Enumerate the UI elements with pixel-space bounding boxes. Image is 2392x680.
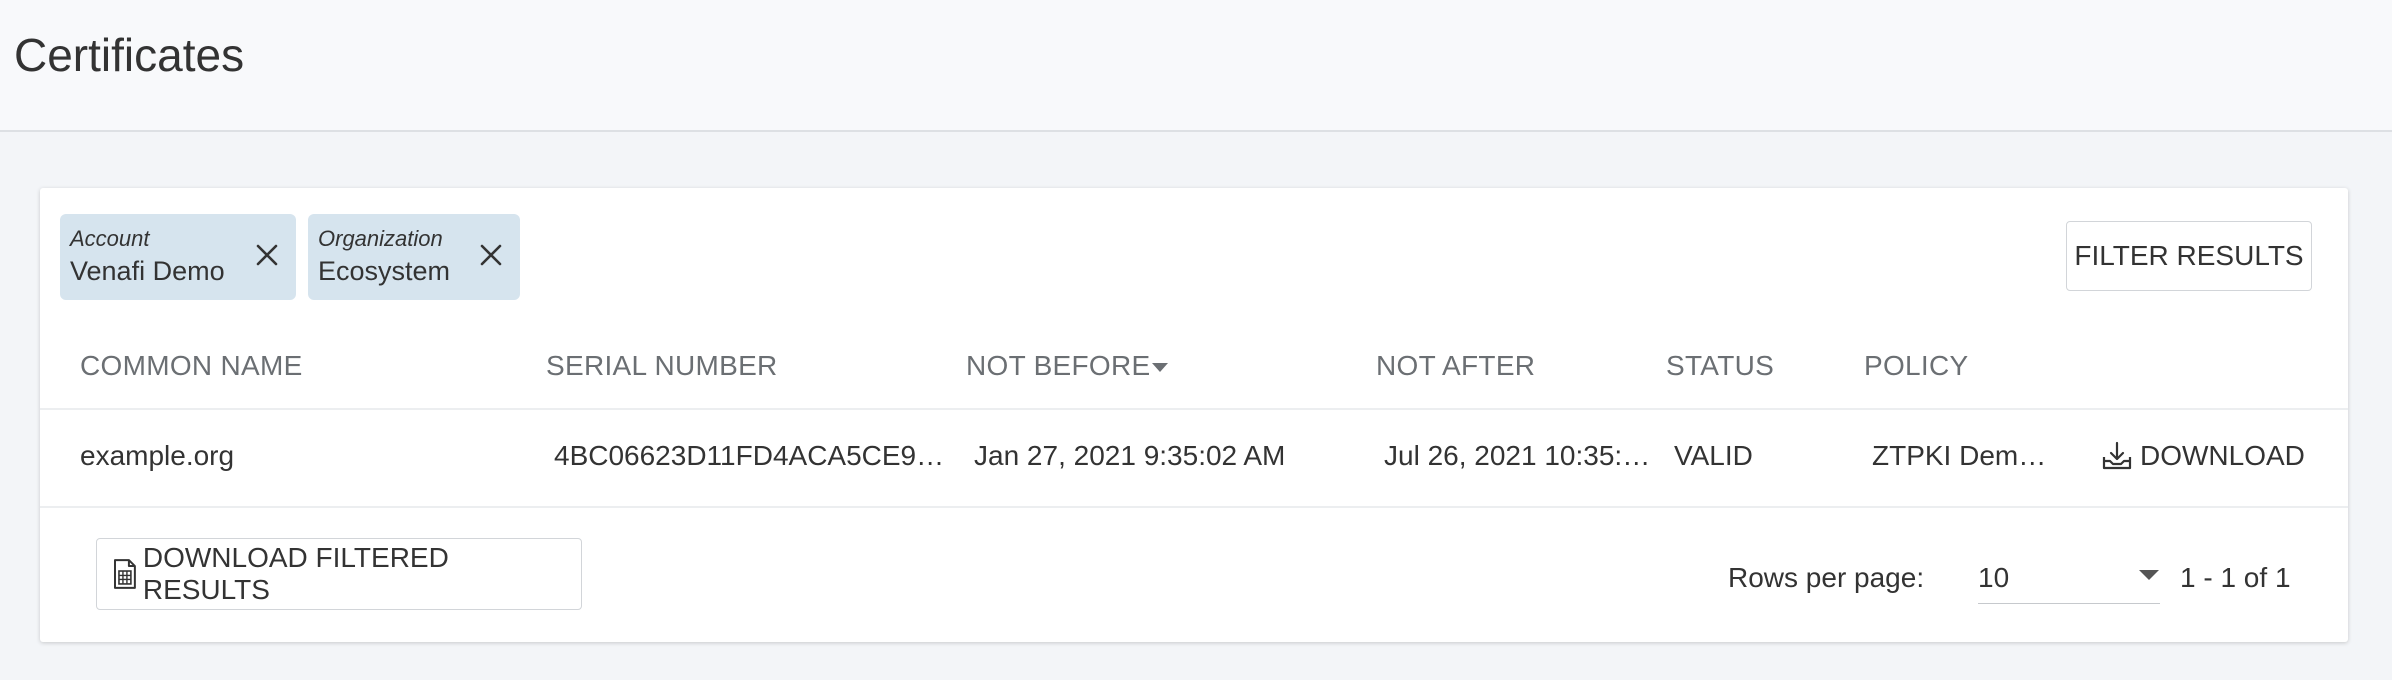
download-filtered-label: DOWNLOAD FILTERED RESULTS [142,542,449,605]
row-divider [40,506,2348,508]
cell-status: VALID [1674,440,1753,471]
column-header-common-name[interactable]: COMMON NAME [80,350,303,382]
download-filtered-results-button[interactable]: DOWNLOAD FILTERED RESULTS [96,538,582,610]
cell-common-name: example.org [80,440,235,471]
close-icon[interactable] [476,240,506,270]
rows-per-page-label: Rows per page: [1728,562,1925,593]
cell-not-before: Jan 27, 2021 9:35:02 AM [974,440,1286,471]
row-divider [40,408,2348,410]
column-header-not-before[interactable]: NOT BEFORE [966,350,1151,382]
download-tray-icon [2102,441,2132,470]
caret-down-icon[interactable] [1150,360,1170,374]
cell-serial-number: 4BC06623D11FD4ACA5CE96… [554,440,954,471]
filter-chip-account: Account Venafi Demo [60,214,296,300]
page-title: Certificates [14,29,245,81]
cell-policy: ZTPKI Dem… [1872,440,2047,471]
caret-down-icon [2139,570,2159,580]
column-header-serial-number[interactable]: SERIAL NUMBER [546,350,778,382]
column-header-policy[interactable]: POLICY [1864,350,1969,382]
download-button[interactable]: DOWNLOAD [2100,438,2305,474]
spreadsheet-file-icon [113,559,136,589]
rows-per-page-value: 10 [1978,562,2010,593]
filter-results-button[interactable]: FILTER RESULTS [2066,221,2312,291]
column-header-status[interactable]: STATUS [1666,350,1774,382]
filter-chip-organization: Organization Ecosystem [308,214,520,300]
pagination-range: 1 - 1 of 1 [2180,562,2291,593]
cell-not-after: Jul 26, 2021 10:35:… [1384,440,1651,471]
column-header-not-after[interactable]: NOT AFTER [1376,350,1535,382]
chip-label: Account [70,226,150,251]
chip-value: Venafi Demo [70,256,225,286]
chip-value: Ecosystem [318,256,451,286]
chip-label: Organization [318,226,443,251]
page-header: Certificates [0,0,2392,132]
certificates-card: Account Venafi Demo Organization Ecosyst… [40,188,2348,642]
close-icon[interactable] [252,240,282,270]
rows-per-page-select[interactable]: 10 [1978,548,2160,604]
download-label: DOWNLOAD [2140,440,2305,471]
